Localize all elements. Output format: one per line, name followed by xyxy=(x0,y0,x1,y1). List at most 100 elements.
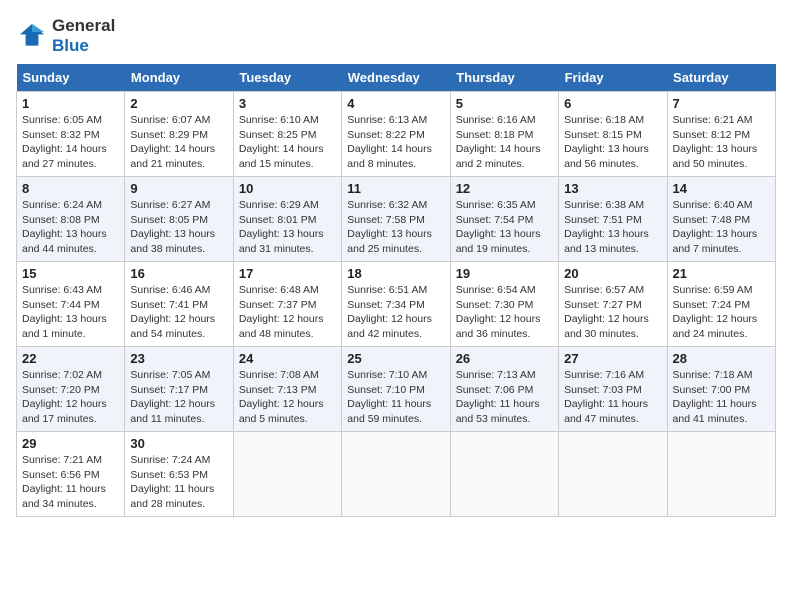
day-info: Sunrise: 6:32 AM Sunset: 7:58 PM Dayligh… xyxy=(347,198,444,257)
day-info: Sunrise: 6:46 AM Sunset: 7:41 PM Dayligh… xyxy=(130,283,227,342)
day-info: Sunrise: 7:02 AM Sunset: 7:20 PM Dayligh… xyxy=(22,368,119,427)
calendar-cell: 14 Sunrise: 6:40 AM Sunset: 7:48 PM Dayli… xyxy=(667,177,775,262)
calendar-cell: 7Sunrise: 6:21 AM Sunset: 8:12 PM Daylig… xyxy=(667,92,775,177)
day-info: Sunrise: 7:10 AM Sunset: 7:10 PM Dayligh… xyxy=(347,368,444,427)
calendar-table: SundayMondayTuesdayWednesdayThursdayFrid… xyxy=(16,64,776,517)
calendar-cell: 26 Sunrise: 7:13 AM Sunset: 7:06 PM Dayli… xyxy=(450,347,558,432)
day-number: 16 xyxy=(130,266,227,281)
day-number: 15 xyxy=(22,266,119,281)
calendar-week-5: 29 Sunrise: 7:21 AM Sunset: 6:56 PM Dayli… xyxy=(17,432,776,517)
day-info: Sunrise: 6:24 AM Sunset: 8:08 PM Dayligh… xyxy=(22,198,119,257)
day-info: Sunrise: 7:21 AM Sunset: 6:56 PM Dayligh… xyxy=(22,453,119,512)
day-info: Sunrise: 6:21 AM Sunset: 8:12 PM Dayligh… xyxy=(673,113,770,172)
day-number: 25 xyxy=(347,351,444,366)
day-info: Sunrise: 6:16 AM Sunset: 8:18 PM Dayligh… xyxy=(456,113,553,172)
day-number: 26 xyxy=(456,351,553,366)
day-info: Sunrise: 6:38 AM Sunset: 7:51 PM Dayligh… xyxy=(564,198,661,257)
day-info: Sunrise: 6:59 AM Sunset: 7:24 PM Dayligh… xyxy=(673,283,770,342)
day-number: 30 xyxy=(130,436,227,451)
day-info: Sunrise: 6:10 AM Sunset: 8:25 PM Dayligh… xyxy=(239,113,336,172)
calendar-cell xyxy=(667,432,775,517)
day-number: 2 xyxy=(130,96,227,111)
calendar-cell: 25 Sunrise: 7:10 AM Sunset: 7:10 PM Dayli… xyxy=(342,347,450,432)
calendar-cell: 20 Sunrise: 6:57 AM Sunset: 7:27 PM Dayli… xyxy=(559,262,667,347)
day-info: Sunrise: 6:43 AM Sunset: 7:44 PM Dayligh… xyxy=(22,283,119,342)
calendar-cell: 2 Sunrise: 6:07 AM Sunset: 8:29 PM Daylig… xyxy=(125,92,233,177)
calendar-week-1: 1Sunrise: 6:05 AM Sunset: 8:32 PM Daylig… xyxy=(17,92,776,177)
day-number: 27 xyxy=(564,351,661,366)
logo-icon xyxy=(16,20,48,52)
day-number: 12 xyxy=(456,181,553,196)
day-header-sunday: Sunday xyxy=(17,64,125,92)
day-info: Sunrise: 6:54 AM Sunset: 7:30 PM Dayligh… xyxy=(456,283,553,342)
calendar-header-row: SundayMondayTuesdayWednesdayThursdayFrid… xyxy=(17,64,776,92)
day-number: 20 xyxy=(564,266,661,281)
day-number: 28 xyxy=(673,351,770,366)
calendar-cell: 16 Sunrise: 6:46 AM Sunset: 7:41 PM Dayli… xyxy=(125,262,233,347)
day-number: 8 xyxy=(22,181,119,196)
calendar-cell: 4 Sunrise: 6:13 AM Sunset: 8:22 PM Daylig… xyxy=(342,92,450,177)
day-number: 11 xyxy=(347,181,444,196)
day-info: Sunrise: 6:40 AM Sunset: 7:48 PM Dayligh… xyxy=(673,198,770,257)
day-info: Sunrise: 6:07 AM Sunset: 8:29 PM Dayligh… xyxy=(130,113,227,172)
calendar-cell: 19 Sunrise: 6:54 AM Sunset: 7:30 PM Dayli… xyxy=(450,262,558,347)
calendar-cell xyxy=(233,432,341,517)
calendar-cell: 5 Sunrise: 6:16 AM Sunset: 8:18 PM Daylig… xyxy=(450,92,558,177)
calendar-cell: 8 Sunrise: 6:24 AM Sunset: 8:08 PM Daylig… xyxy=(17,177,125,262)
calendar-cell: 23Sunrise: 7:05 AM Sunset: 7:17 PM Dayli… xyxy=(125,347,233,432)
day-number: 24 xyxy=(239,351,336,366)
day-number: 17 xyxy=(239,266,336,281)
day-number: 5 xyxy=(456,96,553,111)
calendar-cell: 1Sunrise: 6:05 AM Sunset: 8:32 PM Daylig… xyxy=(17,92,125,177)
day-header-saturday: Saturday xyxy=(667,64,775,92)
logo: General Blue xyxy=(16,16,115,56)
day-header-friday: Friday xyxy=(559,64,667,92)
logo-text: General Blue xyxy=(52,16,115,56)
day-info: Sunrise: 6:51 AM Sunset: 7:34 PM Dayligh… xyxy=(347,283,444,342)
day-info: Sunrise: 7:05 AM Sunset: 7:17 PM Dayligh… xyxy=(130,368,227,427)
calendar-cell: 30 Sunrise: 7:24 AM Sunset: 6:53 PM Dayli… xyxy=(125,432,233,517)
calendar-cell: 28 Sunrise: 7:18 AM Sunset: 7:00 PM Dayli… xyxy=(667,347,775,432)
day-info: Sunrise: 6:27 AM Sunset: 8:05 PM Dayligh… xyxy=(130,198,227,257)
day-number: 29 xyxy=(22,436,119,451)
calendar-week-3: 15 Sunrise: 6:43 AM Sunset: 7:44 PM Dayli… xyxy=(17,262,776,347)
day-number: 4 xyxy=(347,96,444,111)
calendar-cell: 9 Sunrise: 6:27 AM Sunset: 8:05 PM Daylig… xyxy=(125,177,233,262)
calendar-cell: 15 Sunrise: 6:43 AM Sunset: 7:44 PM Dayli… xyxy=(17,262,125,347)
calendar-cell xyxy=(342,432,450,517)
calendar-week-2: 8 Sunrise: 6:24 AM Sunset: 8:08 PM Daylig… xyxy=(17,177,776,262)
day-info: Sunrise: 7:24 AM Sunset: 6:53 PM Dayligh… xyxy=(130,453,227,512)
day-number: 10 xyxy=(239,181,336,196)
day-number: 14 xyxy=(673,181,770,196)
calendar-week-4: 22 Sunrise: 7:02 AM Sunset: 7:20 PM Dayli… xyxy=(17,347,776,432)
calendar-cell: 17 Sunrise: 6:48 AM Sunset: 7:37 PM Dayli… xyxy=(233,262,341,347)
calendar-cell xyxy=(559,432,667,517)
day-info: Sunrise: 6:29 AM Sunset: 8:01 PM Dayligh… xyxy=(239,198,336,257)
day-info: Sunrise: 6:13 AM Sunset: 8:22 PM Dayligh… xyxy=(347,113,444,172)
calendar-cell: 10 Sunrise: 6:29 AM Sunset: 8:01 PM Dayli… xyxy=(233,177,341,262)
day-number: 21 xyxy=(673,266,770,281)
calendar-cell xyxy=(450,432,558,517)
day-info: Sunrise: 7:13 AM Sunset: 7:06 PM Dayligh… xyxy=(456,368,553,427)
day-number: 19 xyxy=(456,266,553,281)
calendar-cell: 12 Sunrise: 6:35 AM Sunset: 7:54 PM Dayli… xyxy=(450,177,558,262)
calendar-cell: 22 Sunrise: 7:02 AM Sunset: 7:20 PM Dayli… xyxy=(17,347,125,432)
calendar-cell: 3Sunrise: 6:10 AM Sunset: 8:25 PM Daylig… xyxy=(233,92,341,177)
page-header: General Blue xyxy=(16,16,776,56)
calendar-cell: 21 Sunrise: 6:59 AM Sunset: 7:24 PM Dayli… xyxy=(667,262,775,347)
calendar-cell: 29 Sunrise: 7:21 AM Sunset: 6:56 PM Dayli… xyxy=(17,432,125,517)
day-number: 6 xyxy=(564,96,661,111)
day-number: 9 xyxy=(130,181,227,196)
calendar-cell: 13Sunrise: 6:38 AM Sunset: 7:51 PM Dayli… xyxy=(559,177,667,262)
calendar-cell: 27 Sunrise: 7:16 AM Sunset: 7:03 PM Dayli… xyxy=(559,347,667,432)
day-info: Sunrise: 6:05 AM Sunset: 8:32 PM Dayligh… xyxy=(22,113,119,172)
day-info: Sunrise: 6:57 AM Sunset: 7:27 PM Dayligh… xyxy=(564,283,661,342)
day-header-tuesday: Tuesday xyxy=(233,64,341,92)
day-info: Sunrise: 6:48 AM Sunset: 7:37 PM Dayligh… xyxy=(239,283,336,342)
day-header-monday: Monday xyxy=(125,64,233,92)
day-info: Sunrise: 6:35 AM Sunset: 7:54 PM Dayligh… xyxy=(456,198,553,257)
day-info: Sunrise: 7:18 AM Sunset: 7:00 PM Dayligh… xyxy=(673,368,770,427)
day-number: 22 xyxy=(22,351,119,366)
calendar-cell: 18Sunrise: 6:51 AM Sunset: 7:34 PM Dayli… xyxy=(342,262,450,347)
day-info: Sunrise: 7:16 AM Sunset: 7:03 PM Dayligh… xyxy=(564,368,661,427)
